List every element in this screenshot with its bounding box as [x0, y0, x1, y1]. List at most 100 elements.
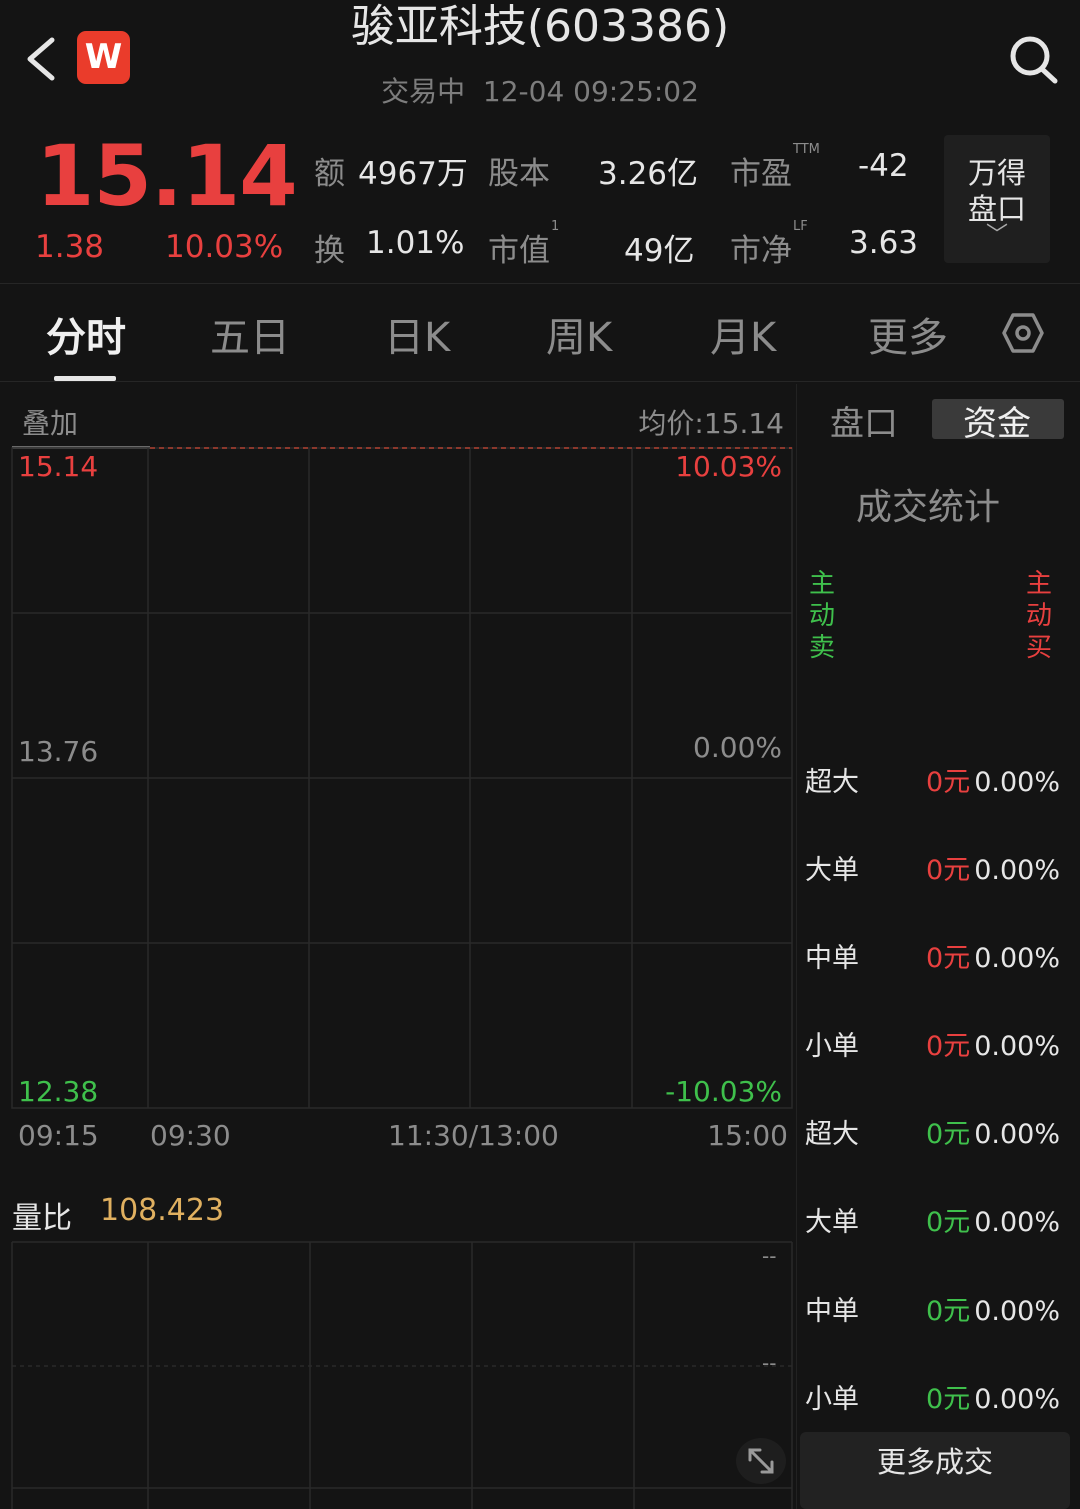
price-tick-mid: 13.76	[18, 735, 99, 768]
flow-value: 0元 0.00%	[926, 1377, 1060, 1416]
flow-pct: 0.00%	[974, 1031, 1060, 1062]
stat-label-amount: 额	[314, 156, 345, 192]
vert-char: 动	[1025, 601, 1052, 631]
last-price: 15.14	[36, 127, 298, 225]
flow-amount: 0元	[926, 1296, 971, 1327]
stat-label-market-cap: 市值1	[488, 219, 559, 270]
stat-value-pb: 3.63	[849, 225, 919, 261]
tab-intraday[interactable]: 分时	[46, 305, 126, 363]
stat-value-amount: 4967万	[358, 156, 468, 192]
flow-amount: 0元	[926, 943, 971, 974]
flow-value: 0元 0.00%	[926, 1200, 1060, 1239]
wind-pankou-button[interactable]: 万得 盘口 ﹀	[944, 135, 1050, 263]
flow-label: 大单	[805, 1207, 859, 1238]
flow-amount: 0元	[926, 767, 971, 798]
volume-ratio-chart[interactable]	[0, 1236, 800, 1509]
expand-arrows-icon[interactable]	[736, 1438, 786, 1484]
tab-weekly-k[interactable]: 周K	[546, 305, 612, 363]
flow-amount: 0元	[926, 1207, 971, 1238]
vert-char: 买	[1025, 633, 1052, 663]
stat-label-turnover: 换	[314, 233, 345, 269]
tab-daily-k[interactable]: 日K	[384, 305, 450, 363]
flow-label: 超大	[805, 1119, 859, 1150]
stat-label-share-capital: 股本	[488, 156, 550, 192]
pct-tick-bottom: -10.03%	[665, 1075, 782, 1108]
flow-label: 小单	[805, 1031, 859, 1062]
flow-pct: 0.00%	[974, 855, 1060, 886]
panel-divider	[796, 384, 797, 1509]
stat-sup-pb: LF	[793, 219, 808, 234]
status-datetime: 12-04 09:25:02	[482, 75, 699, 108]
time-tick-0930: 09:30	[150, 1119, 231, 1152]
divider	[0, 283, 1080, 284]
flow-value: 0元 0.00%	[926, 1112, 1060, 1151]
flow-value: 0元 0.00%	[926, 1024, 1060, 1063]
chevron-down-icon: ﹀	[985, 223, 1008, 248]
flow-pct: 0.00%	[974, 1119, 1060, 1150]
flow-label: 小单	[805, 1384, 859, 1415]
stat-label-pe-text: 市盈	[730, 156, 792, 192]
settings-hexagon-icon[interactable]	[1002, 312, 1044, 354]
tab-monthly-k[interactable]: 月K	[710, 305, 776, 363]
volume-tick-top: --	[762, 1244, 777, 1268]
flow-pct: 0.00%	[974, 1296, 1060, 1327]
trade-stats-title: 成交统计	[856, 487, 1001, 528]
stat-label-pe: 市盈TTM	[730, 142, 820, 193]
price-change-pct: 10.03%	[165, 229, 284, 265]
volume-ratio-label: 量比	[12, 1201, 72, 1236]
time-tick-midday: 11:30/13:00	[388, 1119, 559, 1152]
stat-value-share-capital: 3.26亿	[598, 156, 699, 192]
stat-label-market-cap-text: 市值	[488, 233, 550, 269]
flow-label: 大单	[805, 855, 859, 886]
flow-pct: 0.00%	[974, 1207, 1060, 1238]
stat-value-pe: -42	[858, 148, 909, 184]
tab-more[interactable]: 更多	[868, 305, 948, 363]
panel-tab-funds[interactable]: 资金	[963, 396, 1031, 445]
wind-button-line1: 万得	[967, 156, 1026, 190]
volume-tick-mid: --	[762, 1351, 777, 1375]
flow-value: 0元 0.00%	[926, 760, 1060, 799]
chart-grid	[11, 447, 793, 1109]
stat-value-market-cap: 49亿	[624, 233, 695, 269]
flow-value: 0元 0.00%	[926, 936, 1060, 975]
tab-five-day[interactable]: 五日	[210, 305, 290, 363]
wind-button-line2: 盘口	[967, 192, 1026, 226]
status-text: 交易中	[381, 75, 466, 108]
volume-ratio-value: 108.423	[100, 1193, 225, 1228]
search-icon[interactable]	[1005, 33, 1061, 85]
price-tick-bottom: 12.38	[18, 1075, 99, 1108]
flow-value: 0元 0.00%	[926, 848, 1060, 887]
active-buy-header: 主 动 买	[1024, 568, 1054, 664]
flow-amount: 0元	[926, 1384, 971, 1415]
flow-amount: 0元	[926, 1031, 971, 1062]
stat-value-turnover: 1.01%	[366, 225, 465, 261]
stat-label-pb-text: 市净	[730, 233, 792, 269]
intraday-chart[interactable]	[0, 440, 800, 1120]
flow-pct: 0.00%	[974, 767, 1060, 798]
vert-char: 卖	[808, 633, 835, 663]
overlay-button[interactable]: 叠加	[22, 402, 78, 442]
time-tick-1500: 15:00	[707, 1119, 788, 1152]
stock-title: 骏亚科技(603386)	[350, 1, 730, 52]
flow-amount: 0元	[926, 1119, 971, 1150]
flow-value: 0元 0.00%	[926, 1289, 1060, 1328]
stat-sup-pe: TTM	[793, 142, 820, 157]
panel-tab-pankou[interactable]: 盘口	[830, 396, 898, 445]
flow-label: 中单	[805, 1296, 859, 1327]
avg-price-label: 均价:15.14	[638, 407, 784, 440]
pct-tick-top: 10.03%	[675, 450, 782, 483]
flow-amount: 0元	[926, 855, 971, 886]
volume-grid	[11, 1241, 793, 1509]
more-trades-button[interactable]: 更多成交	[800, 1432, 1070, 1509]
vert-char: 主	[808, 569, 835, 599]
trading-status: 交易中 12-04 09:25:02	[0, 70, 1080, 110]
stat-sup-market-cap: 1	[551, 219, 560, 234]
price-change: 1.38	[35, 229, 105, 265]
time-tick-0915: 09:15	[18, 1119, 99, 1152]
flow-pct: 0.00%	[974, 943, 1060, 974]
price-tick-top: 15.14	[18, 450, 99, 483]
active-sell-header: 主 动 卖	[807, 568, 837, 664]
vert-char: 动	[808, 601, 835, 631]
pct-tick-mid: 0.00%	[693, 731, 782, 764]
divider	[0, 381, 1080, 382]
